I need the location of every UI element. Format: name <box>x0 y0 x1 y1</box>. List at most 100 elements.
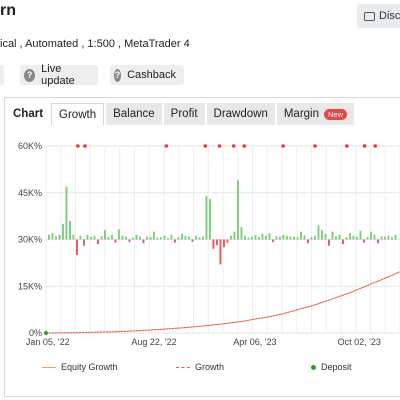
growth-bar <box>188 236 190 240</box>
growth-bar <box>331 231 334 240</box>
page-title: rn <box>0 2 16 19</box>
question-icon: ? <box>114 68 122 82</box>
tab-chart[interactable]: Chart <box>9 103 49 125</box>
growth-bar <box>90 237 92 240</box>
growth-bar <box>338 234 341 240</box>
legend-deposit[interactable]: Deposit <box>311 362 352 372</box>
discuss-button[interactable]: Disc <box>357 4 400 28</box>
growth-bar <box>163 235 166 240</box>
live-update-label: Live update <box>41 63 75 87</box>
discuss-label: Disc <box>379 10 400 22</box>
growth-bar <box>177 237 180 240</box>
growth-bar <box>391 237 393 240</box>
growth-bar <box>86 234 89 240</box>
event-marker <box>242 144 247 148</box>
growth-bar <box>209 198 211 240</box>
growth-bar <box>394 234 397 240</box>
tab-label: Chart <box>13 108 44 120</box>
growth-bar <box>125 236 127 240</box>
growth-bar <box>195 235 197 240</box>
growth-bar <box>160 237 162 240</box>
growth-bar <box>328 239 330 246</box>
growth-bar <box>139 236 141 240</box>
growth-bar <box>128 239 131 242</box>
cashback-pill[interactable]: ? Cashback <box>110 65 184 85</box>
growth-bar <box>184 236 187 240</box>
growth-bar <box>191 239 194 242</box>
growth-bar <box>321 230 323 240</box>
account-meta: ical , Automated , 1:500 , MetaTrader 4 <box>0 38 190 50</box>
legend-growth[interactable]: Growth <box>176 362 224 372</box>
tab-growth[interactable]: Growth <box>51 103 105 125</box>
growth-bar <box>268 233 271 240</box>
growth-bar <box>342 239 344 245</box>
y-tick-label: 45K% <box>18 188 42 198</box>
growth-bar <box>219 239 222 265</box>
growth-chart: 0%15K%30K%45K%60K%Jan 05, '22 Aug 22, '22… <box>18 141 400 347</box>
growth-bar <box>97 239 99 245</box>
event-marker <box>281 144 285 148</box>
growth-bar <box>254 235 257 240</box>
growth-bar <box>275 236 278 240</box>
growth-bar <box>198 237 201 240</box>
growth-bar <box>258 237 260 240</box>
growth-bar <box>104 230 106 240</box>
growth-bar <box>230 235 232 240</box>
growth-bar <box>293 236 295 240</box>
x-tick-label: Apr 06, '23 <box>233 337 276 347</box>
info-pill-stub[interactable] <box>0 65 4 85</box>
growth-bar <box>100 236 103 240</box>
tab-label: Margin <box>283 108 319 120</box>
growth-bar <box>377 239 379 244</box>
growth-bar <box>282 234 285 240</box>
growth-bar <box>223 239 225 248</box>
growth-bar <box>114 239 117 243</box>
growth-bar <box>69 220 71 240</box>
chart-tabs: Chart Growth Balance Profit Drawdown Mar… <box>9 103 355 125</box>
growth-bar <box>174 239 176 243</box>
growth-bar <box>279 236 281 240</box>
legend-label: Deposit <box>321 362 352 372</box>
growth-bar <box>233 231 236 240</box>
growth-bar <box>349 233 351 240</box>
x-tick-label: Aug 22, '22 <box>131 337 176 347</box>
legend-line-swatch <box>42 366 56 368</box>
legend-equity-growth[interactable]: Equity Growth <box>42 362 118 372</box>
live-update-pill[interactable]: ? Live update <box>20 63 98 87</box>
growth-bar <box>118 229 120 240</box>
growth-bar <box>58 234 61 240</box>
growth-bar <box>303 235 306 240</box>
growth-bar <box>132 237 134 240</box>
growth-bar <box>205 195 208 240</box>
tab-profit[interactable]: Profit <box>163 103 205 125</box>
tab-margin[interactable]: Margin New <box>276 103 355 125</box>
growth-bar <box>156 237 159 240</box>
growth-bar <box>121 235 124 240</box>
x-tick-label: Oct 02, '23 <box>338 337 381 347</box>
growth-bar <box>167 238 169 240</box>
tab-balance[interactable]: Balance <box>106 103 162 125</box>
growth-bar <box>261 233 264 240</box>
growth-bar <box>296 237 299 240</box>
growth-bar <box>373 234 376 240</box>
growth-bar <box>149 237 152 240</box>
tab-label: Profit <box>170 108 198 120</box>
growth-bar <box>384 236 386 240</box>
tab-drawdown[interactable]: Drawdown <box>206 103 275 125</box>
x-tick-label: Jan 05, '22 <box>26 337 70 347</box>
growth-bar <box>181 233 183 240</box>
tab-label: Balance <box>113 108 155 120</box>
growth-bar <box>307 239 309 244</box>
comment-icon <box>364 11 375 21</box>
growth-bar <box>314 235 316 240</box>
event-marker <box>83 144 87 148</box>
growth-bar <box>146 236 148 240</box>
event-marker <box>373 144 378 148</box>
event-marker <box>203 144 208 148</box>
event-marker <box>345 144 349 148</box>
growth-bar <box>387 235 390 240</box>
growth-bar <box>142 239 145 244</box>
question-icon: ? <box>24 68 36 82</box>
growth-bar <box>76 239 78 256</box>
legend-line-swatch <box>176 366 190 368</box>
